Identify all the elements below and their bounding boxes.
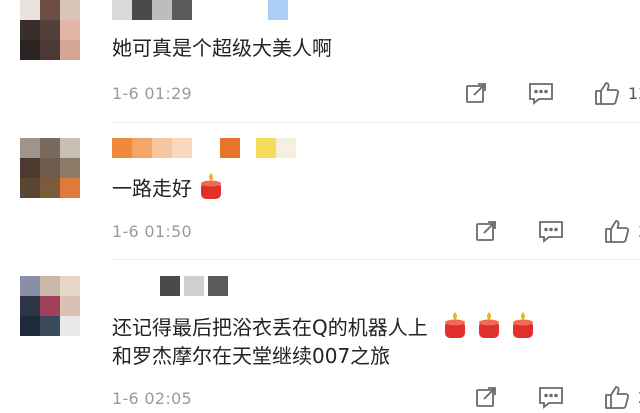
- like-button[interactable]: 13: [594, 80, 640, 106]
- comment-timestamp: 1-6 02:05: [112, 389, 193, 408]
- comment-text: 她可真是个超级大美人啊: [112, 36, 332, 60]
- reply-button[interactable]: [538, 385, 564, 409]
- share-button[interactable]: [464, 81, 488, 105]
- comment-text: 一路走好: [112, 172, 224, 208]
- share-icon: [476, 387, 496, 407]
- comment-timestamp: 1-6 01:29: [112, 84, 193, 103]
- thumbs-up-icon: [605, 220, 630, 243]
- candle-emoji-icon: [510, 311, 536, 347]
- username-redacted[interactable]: [112, 0, 288, 20]
- avatar[interactable]: [20, 138, 80, 198]
- reply-button[interactable]: [528, 81, 554, 105]
- share-button[interactable]: [474, 219, 498, 243]
- comment-text-content: 还记得最后把浴衣丢在Q的机器人上: [112, 315, 428, 340]
- comment-actions: 13: [464, 80, 640, 106]
- share-icon: [476, 221, 496, 241]
- divider: [112, 122, 640, 123]
- comment-actions: 2: [474, 384, 640, 410]
- thumbs-up-icon: [605, 386, 630, 409]
- comment-text-line-2: 和罗杰摩尔在天堂继续007之旅: [112, 344, 391, 368]
- divider: [112, 259, 640, 260]
- comment-text-content: 一路走好: [112, 176, 192, 201]
- share-button[interactable]: [474, 385, 498, 409]
- comment-actions: 3: [474, 218, 640, 244]
- comment-icon: [529, 83, 553, 105]
- like-count: 13: [628, 83, 640, 103]
- username-redacted[interactable]: [112, 276, 228, 296]
- like-button[interactable]: 2: [604, 384, 640, 410]
- like-button[interactable]: 3: [604, 218, 640, 244]
- share-icon: [466, 83, 486, 103]
- avatar[interactable]: [20, 276, 80, 336]
- candle-emoji-icon: [198, 172, 224, 208]
- comment-timestamp: 1-6 01:50: [112, 222, 193, 241]
- username-redacted[interactable]: [112, 138, 296, 158]
- avatar[interactable]: [20, 0, 80, 60]
- comment-icon: [539, 221, 563, 243]
- comment-icon: [539, 387, 563, 409]
- candle-emoji-icon: [442, 311, 468, 347]
- reply-button[interactable]: [538, 219, 564, 243]
- candle-emoji-icon: [476, 311, 502, 347]
- thumbs-up-icon: [595, 82, 620, 105]
